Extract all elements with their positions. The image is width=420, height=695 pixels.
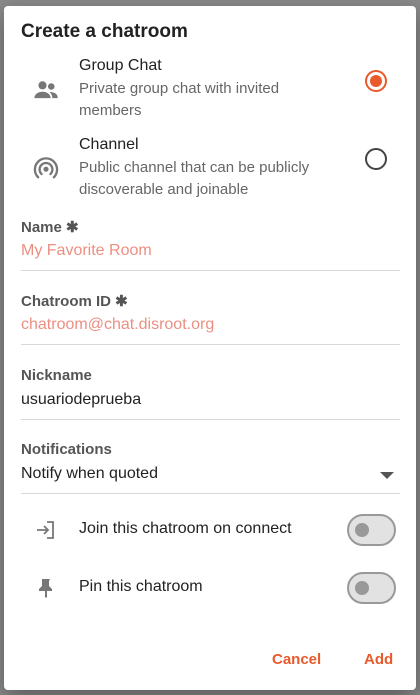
option-title: Channel xyxy=(79,136,139,153)
name-field[interactable]: Name ✱ My Favorite Room xyxy=(21,218,400,271)
chatroom-id-label: Chatroom ID ✱ xyxy=(21,293,128,310)
chevron-down-icon[interactable] xyxy=(380,472,394,479)
radio-channel[interactable] xyxy=(365,148,387,170)
nickname-input[interactable]: usuariodeprueba xyxy=(21,391,141,409)
pin-chatroom-row: Pin this chatroom xyxy=(4,568,416,608)
join-on-connect-label: Join this chatroom on connect xyxy=(79,520,292,537)
option-channel[interactable]: Channel Public channel that can be publi… xyxy=(4,135,416,205)
chatroom-id-field[interactable]: Chatroom ID ✱ chatroom@chat.disroot.org xyxy=(21,292,400,345)
login-icon xyxy=(34,518,58,542)
nickname-field[interactable]: Nickname usuariodeprueba xyxy=(21,367,400,420)
chatroom-id-input[interactable]: chatroom@chat.disroot.org xyxy=(21,316,214,334)
notifications-label: Notifications xyxy=(21,441,112,458)
nickname-label: Nickname xyxy=(21,367,92,384)
dialog-title: Create a chatroom xyxy=(21,21,188,42)
notifications-select[interactable]: Notifications Notify when quoted xyxy=(21,441,400,494)
cancel-button[interactable]: Cancel xyxy=(272,651,321,668)
join-on-connect-toggle[interactable] xyxy=(347,514,396,546)
add-button[interactable]: Add xyxy=(364,651,393,668)
pin-icon xyxy=(34,576,58,600)
create-chatroom-dialog: Create a chatroom Group Chat Private gro… xyxy=(4,6,416,690)
pin-chatroom-toggle[interactable] xyxy=(347,572,396,604)
name-input[interactable]: My Favorite Room xyxy=(21,242,152,260)
group-icon xyxy=(32,76,60,104)
radio-group-chat[interactable] xyxy=(365,70,387,92)
option-title: Group Chat xyxy=(79,57,162,74)
option-description: Public channel that can be publicly disc… xyxy=(79,159,310,198)
broadcast-icon xyxy=(32,154,60,182)
pin-chatroom-label: Pin this chatroom xyxy=(79,578,203,595)
name-label: Name ✱ xyxy=(21,219,79,236)
join-on-connect-row: Join this chatroom on connect xyxy=(4,510,416,550)
option-group-chat[interactable]: Group Chat Private group chat with invit… xyxy=(4,56,416,126)
option-description: Private group chat with invited members xyxy=(79,80,280,119)
notifications-value[interactable]: Notify when quoted xyxy=(21,465,158,483)
